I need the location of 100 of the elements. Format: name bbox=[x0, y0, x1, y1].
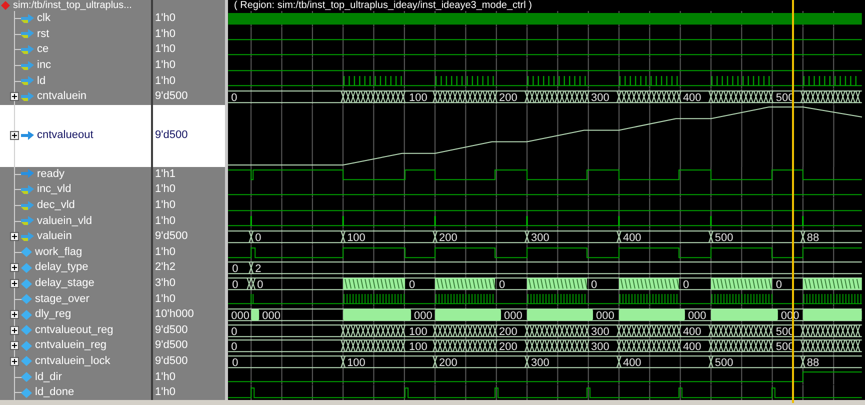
bus-value: 400 bbox=[682, 92, 702, 104]
bus-value: 0 bbox=[257, 278, 264, 291]
bus-value: 300 bbox=[531, 356, 550, 368]
bus-value: 0 bbox=[255, 232, 262, 244]
signal-name: cntvalueout_reg bbox=[35, 324, 114, 336]
arrow-icon bbox=[21, 200, 34, 211]
bus-value: 000 bbox=[688, 310, 706, 322]
signal-name: valuein bbox=[37, 231, 72, 242]
signal-name: cntvaluein bbox=[37, 91, 87, 102]
bus-value: 200 bbox=[499, 325, 518, 338]
signal-value: 1'h0 bbox=[155, 44, 176, 56]
signal-row[interactable]: cntvalueout bbox=[0, 104, 153, 167]
signal-value: 10'h000 bbox=[155, 309, 194, 320]
signal-value: 1'h0 bbox=[155, 387, 176, 398]
diamond-icon bbox=[21, 294, 32, 304]
bus-value: 000 bbox=[504, 310, 522, 322]
signal-value: 3'h0 bbox=[155, 278, 176, 290]
bus-value: 500 bbox=[714, 356, 734, 368]
signal-value: 1'h0 bbox=[155, 372, 176, 383]
bus-value: 200 bbox=[499, 340, 518, 353]
bus-value: 400 bbox=[622, 356, 642, 368]
arrow-icon bbox=[21, 76, 34, 86]
signal-name: valuein_vld bbox=[37, 216, 92, 227]
signal-name: dec_vld bbox=[37, 200, 75, 212]
diamond-icon bbox=[21, 340, 32, 351]
bus-value: 0 bbox=[682, 278, 690, 291]
signal-row[interactable]: ready bbox=[0, 166, 153, 182]
bus-value: 0 bbox=[499, 278, 506, 291]
signal-name: stage_over bbox=[35, 294, 90, 305]
bus-value: 300 bbox=[590, 325, 610, 338]
signal-value: 1'h0 bbox=[155, 246, 176, 258]
expand-icon[interactable] bbox=[10, 356, 19, 366]
bus-value: 000 bbox=[596, 310, 614, 322]
expand-icon[interactable] bbox=[10, 326, 19, 335]
arrow-icon bbox=[21, 184, 34, 195]
diamond-icon bbox=[21, 310, 32, 320]
expand-icon[interactable] bbox=[10, 279, 19, 288]
diamond-icon bbox=[21, 278, 32, 289]
bus-value: 200 bbox=[439, 356, 458, 368]
bus-value: 300 bbox=[531, 232, 550, 244]
signal-name: clk bbox=[37, 13, 50, 24]
signal-name: ready bbox=[37, 168, 65, 180]
bus-value: 0 bbox=[231, 340, 238, 353]
diamond-icon bbox=[21, 262, 32, 273]
bus-value: 300 bbox=[590, 92, 610, 104]
bus-value: 000 bbox=[231, 310, 250, 322]
arrow-icon bbox=[21, 60, 34, 71]
bus-value: 0 bbox=[231, 92, 238, 104]
signal-value: 9'd500 bbox=[155, 340, 188, 352]
bus-value: 100 bbox=[409, 92, 428, 104]
bus-value: 000 bbox=[414, 310, 432, 322]
bus-value: 2 bbox=[255, 262, 262, 275]
signal-value: 9'd500 bbox=[155, 130, 188, 142]
signal-name: rst bbox=[37, 28, 50, 40]
bus-value: 100 bbox=[347, 232, 366, 244]
bus-value: 400 bbox=[682, 325, 702, 338]
bus-value: 300 bbox=[590, 340, 610, 353]
diamond-icon bbox=[21, 372, 32, 382]
expand-icon[interactable] bbox=[10, 263, 19, 272]
expand-icon[interactable] bbox=[10, 310, 19, 320]
arrow-icon bbox=[21, 29, 34, 40]
bus-value: 000 bbox=[262, 310, 280, 322]
bus-value: 100 bbox=[409, 340, 428, 353]
bus-value: 400 bbox=[622, 232, 642, 244]
bus-value: 0 bbox=[409, 278, 416, 291]
signal-row[interactable]: ld_done bbox=[0, 384, 153, 400]
arrow-icon bbox=[21, 216, 34, 226]
signal-name: dly_reg bbox=[35, 309, 72, 320]
expand-icon[interactable] bbox=[10, 341, 19, 350]
bus-value: 500 bbox=[714, 232, 734, 244]
bus-value: 200 bbox=[499, 92, 518, 104]
arrow-icon bbox=[21, 232, 34, 242]
bus-value: 88 bbox=[806, 232, 820, 244]
instance-path: sim:/tb/inst_top_ultraplus... bbox=[13, 0, 132, 10]
bus-value: 0 bbox=[232, 278, 238, 291]
signal-name: ce bbox=[37, 44, 49, 56]
arrow-icon bbox=[21, 92, 34, 102]
bus-value: 88 bbox=[806, 356, 820, 368]
diamond-icon bbox=[21, 247, 32, 258]
signal-name: cntvaluein_lock bbox=[35, 356, 110, 367]
arrow-icon bbox=[21, 14, 34, 24]
signal-name: inc_vld bbox=[37, 184, 72, 196]
signal-name: cntvalueout bbox=[37, 130, 94, 142]
bus-value: 100 bbox=[409, 325, 428, 338]
signal-value: 9'd500 bbox=[155, 231, 188, 242]
expand-icon[interactable] bbox=[10, 131, 19, 140]
signal-name: work_flag bbox=[35, 246, 82, 258]
expand-icon[interactable] bbox=[10, 92, 19, 102]
signal-value: 2'h2 bbox=[155, 262, 176, 274]
expand-icon[interactable] bbox=[10, 232, 19, 242]
signal-value: 1'h0 bbox=[155, 216, 176, 227]
signal-name: delay_stage bbox=[35, 278, 94, 290]
bus-value: 0 bbox=[231, 325, 238, 338]
bus-value: 400 bbox=[682, 340, 702, 353]
diamond-icon bbox=[21, 388, 32, 398]
bus-value: 200 bbox=[439, 232, 458, 244]
signal-value: 9'd500 bbox=[155, 356, 188, 367]
diamond-icon bbox=[21, 325, 32, 336]
signal-value: 1'h0 bbox=[155, 60, 176, 72]
arrow-icon bbox=[21, 169, 34, 180]
